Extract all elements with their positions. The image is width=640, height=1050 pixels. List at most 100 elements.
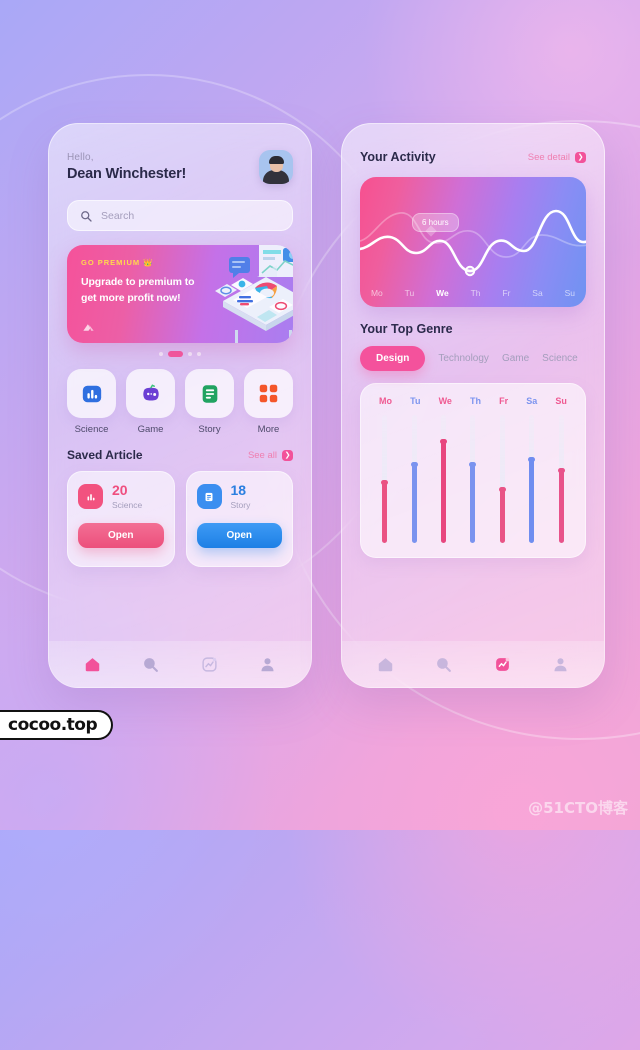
activity-line-chart[interactable]: 6 hours Mo Tu We Th Fr Sa Su bbox=[360, 177, 586, 307]
carousel-dot[interactable] bbox=[188, 352, 192, 356]
bar-track-sa[interactable] bbox=[528, 415, 536, 543]
genre-day-su: Su bbox=[555, 396, 567, 406]
genre-day-mo: Mo bbox=[379, 396, 393, 406]
genre-tabs: Design Technology Game Science bbox=[360, 346, 586, 371]
saved-card-science-count: 20 bbox=[112, 482, 128, 498]
bar-fill-fr bbox=[498, 487, 506, 543]
activity-day-labels: Mo Tu We Th Fr Sa Su bbox=[360, 288, 586, 298]
bar-chart-icon bbox=[82, 385, 101, 402]
genre-bar-chart[interactable]: Mo Tu We Th Fr Sa Su bbox=[360, 383, 586, 558]
person-icon[interactable] bbox=[259, 656, 276, 673]
search-icon[interactable] bbox=[435, 656, 452, 673]
tab-design[interactable]: Design bbox=[360, 346, 426, 371]
dashboard-illustration bbox=[215, 245, 293, 343]
avatar-hair bbox=[268, 156, 284, 164]
bar-track-th[interactable] bbox=[469, 415, 477, 543]
bar-track-su[interactable] bbox=[557, 415, 565, 543]
category-science-icon-box bbox=[67, 369, 116, 418]
saved-card-story-count: 18 bbox=[230, 482, 247, 498]
activity-header: Your Activity See detail ❯ bbox=[360, 150, 586, 164]
saved-article-title: Saved Article bbox=[67, 448, 143, 462]
tab-technology[interactable]: Technology bbox=[438, 353, 489, 364]
saved-card-story-text: 18 Story bbox=[231, 483, 251, 510]
category-row: Science Game Story More bbox=[67, 369, 293, 435]
phone-mockup-activity: Your Activity See detail ❯ 6 hours Mo Tu… bbox=[341, 123, 605, 688]
see-detail-button[interactable]: See detail ❯ bbox=[528, 151, 586, 163]
greeting-block: Hello, Dean Winchester! bbox=[67, 152, 186, 182]
bottom-nav-left bbox=[49, 641, 311, 687]
saved-card-story-label: Story bbox=[230, 500, 251, 510]
bar-fill-su bbox=[557, 468, 565, 543]
home-icon[interactable] bbox=[84, 656, 101, 673]
header-greeting-row: Hello, Dean Winchester! bbox=[67, 150, 293, 184]
genre-day-labels: Mo Tu We Th Fr Sa Su bbox=[370, 396, 576, 406]
avatar[interactable] bbox=[259, 150, 293, 184]
category-science[interactable]: Science bbox=[67, 369, 116, 435]
bar-track-mo[interactable] bbox=[381, 415, 389, 543]
activity-day-sa: Sa bbox=[532, 288, 543, 298]
gamepad-icon bbox=[142, 383, 159, 401]
bar-fill-th bbox=[469, 461, 477, 543]
chevron-right-icon: ❯ bbox=[575, 151, 586, 163]
activity-tooltip: 6 hours bbox=[412, 213, 459, 232]
document-icon bbox=[202, 384, 217, 403]
avatar-body bbox=[263, 170, 289, 184]
search-input[interactable]: Search bbox=[67, 200, 293, 231]
greeting-hello: Hello, bbox=[67, 152, 94, 163]
open-button-science[interactable]: Open bbox=[78, 523, 164, 548]
activity-day-tu: Tu bbox=[404, 288, 415, 298]
banner-eyebrow-text: GO PREMIUM bbox=[81, 258, 141, 267]
search-placeholder: Search bbox=[101, 209, 135, 222]
bar-track-tu[interactable] bbox=[410, 415, 418, 543]
activity-title: Your Activity bbox=[360, 150, 436, 164]
tab-game[interactable]: Game bbox=[502, 353, 529, 364]
activity-day-th: Th bbox=[470, 288, 481, 298]
genre-day-tu: Tu bbox=[410, 396, 421, 406]
crown-icon: 👑 bbox=[143, 258, 154, 267]
bar-fill-we bbox=[440, 438, 448, 543]
person-icon[interactable] bbox=[552, 656, 569, 673]
bar-track-fr[interactable] bbox=[498, 415, 506, 543]
home-icon[interactable] bbox=[377, 656, 394, 673]
saved-card-science-label: Science bbox=[112, 500, 143, 510]
saved-card-science-icon-box bbox=[78, 484, 103, 509]
saved-card-story[interactable]: 18 Story Open bbox=[185, 471, 293, 567]
saved-card-story-top: 18 Story bbox=[196, 483, 283, 510]
open-button-story[interactable]: Open bbox=[196, 523, 282, 548]
chevron-right-icon: ❯ bbox=[282, 449, 293, 461]
category-more[interactable]: More bbox=[244, 369, 293, 435]
activity-day-mo: Mo bbox=[370, 288, 383, 298]
activity-icon[interactable] bbox=[494, 656, 511, 673]
search-icon[interactable] bbox=[142, 656, 159, 673]
see-all-button[interactable]: See all ❯ bbox=[247, 449, 293, 461]
activity-icon[interactable] bbox=[201, 656, 218, 673]
category-more-label: More bbox=[257, 424, 280, 435]
grid-icon bbox=[259, 384, 278, 403]
genre-day-sa: Sa bbox=[526, 396, 538, 406]
premium-banner[interactable]: GO PREMIUM 👑 Upgrade to premium to get m… bbox=[67, 245, 293, 343]
bar-chart-icon bbox=[87, 493, 94, 500]
site-watermark: @51CTO博客 bbox=[528, 799, 628, 817]
category-game[interactable]: Game bbox=[126, 369, 175, 435]
category-more-icon-box bbox=[244, 369, 293, 418]
saved-card-science-text: 20 Science bbox=[112, 483, 142, 510]
carousel-dot[interactable] bbox=[197, 352, 201, 356]
search-icon bbox=[81, 210, 92, 222]
category-story-label: Story bbox=[198, 424, 221, 435]
bar-fill-mo bbox=[381, 479, 389, 543]
bottom-nav-right bbox=[342, 641, 604, 687]
saved-article-header: Saved Article See all ❯ bbox=[67, 448, 293, 462]
carousel-dots[interactable] bbox=[67, 351, 293, 357]
see-all-label: See all bbox=[247, 449, 277, 461]
carousel-dot-active[interactable] bbox=[168, 351, 183, 357]
genre-day-th: Th bbox=[470, 396, 482, 406]
bar-track-we[interactable] bbox=[440, 415, 448, 543]
saved-card-science[interactable]: 20 Science Open bbox=[67, 471, 175, 567]
top-genre-title: Your Top Genre bbox=[360, 322, 453, 336]
bar-fill-tu bbox=[410, 461, 418, 543]
category-story[interactable]: Story bbox=[185, 369, 234, 435]
category-game-icon-box bbox=[126, 369, 175, 418]
tab-science[interactable]: Science bbox=[542, 353, 578, 364]
activity-day-we: We bbox=[436, 288, 449, 298]
carousel-dot[interactable] bbox=[159, 352, 163, 356]
